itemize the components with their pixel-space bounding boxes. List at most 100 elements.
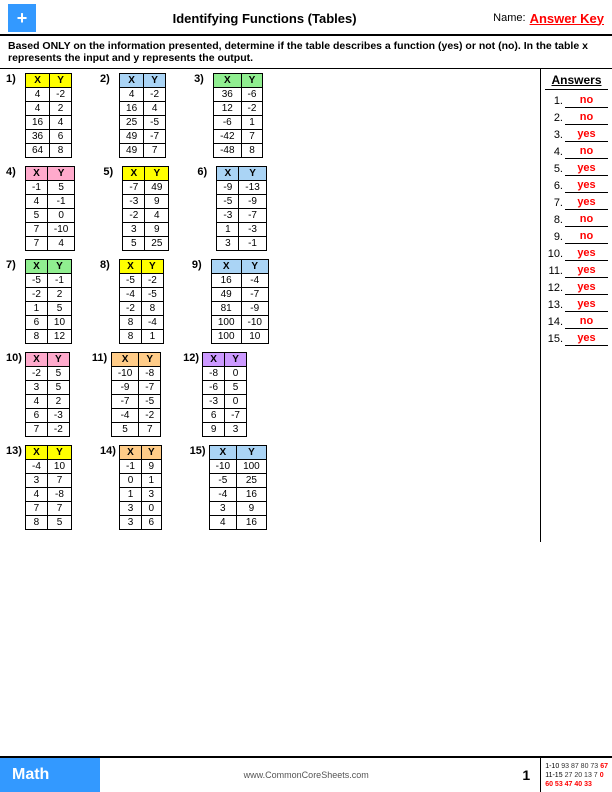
answer-item-7: 7. yes <box>545 196 608 210</box>
table-row: 81-9 <box>211 302 268 316</box>
problem-row-3: 7) XY -5-1 -22 15 610 812 8) <box>6 259 534 344</box>
problem-6: 6) XY -9-13 -5-9 -3-7 1-3 3-1 <box>197 166 266 251</box>
stats-row-2: 11-15 27 20 13 7 0 <box>545 772 608 779</box>
problem-10: 10) XY -25 35 42 6-3 7-2 <box>6 352 70 437</box>
col-x-11: X <box>111 353 138 367</box>
problem-row-5: 13) XY -410 37 4-8 77 85 14) <box>6 445 534 530</box>
answer-num-6: 6. <box>545 180 563 192</box>
col-x-2: X <box>120 74 144 88</box>
problem-6-num: 6) <box>197 166 213 178</box>
stats-row-1: 1-10 93 87 80 73 67 <box>545 763 608 770</box>
table-row: -525 <box>209 474 266 488</box>
footer-website: www.CommonCoreSheets.com <box>100 758 512 792</box>
answer-item-6: 6. yes <box>545 179 608 193</box>
answers-header: Answers <box>545 73 608 90</box>
table-row: 610 <box>26 316 72 330</box>
problem-8-num: 8) <box>100 259 116 271</box>
table-14: XY -19 01 13 30 36 <box>119 445 162 530</box>
problem-9: 9) XY 16-4 49-7 81-9 100-10 10010 <box>192 259 269 344</box>
problems-area: 1) XY 4-2 42 164 366 648 2) <box>0 69 540 542</box>
page: + Identifying Functions (Tables) Name: A… <box>0 0 612 792</box>
answer-num-5: 5. <box>545 163 563 175</box>
table-row: 6-7 <box>203 409 247 423</box>
table-row: -7-5 <box>111 395 160 409</box>
problem-row-1: 1) XY 4-2 42 164 366 648 2) <box>6 73 534 158</box>
answer-item-4: 4. no <box>545 145 608 159</box>
table-row: -28 <box>120 302 164 316</box>
problem-2-num: 2) <box>100 73 116 85</box>
table-6: XY -9-13 -5-9 -3-7 1-3 3-1 <box>216 166 266 251</box>
logo: + <box>8 4 36 32</box>
problem-5: 5) XY -749 -39 -24 39 525 <box>103 166 169 251</box>
stats-row-3: 60 53 47 40 33 <box>545 781 608 788</box>
page-title: Identifying Functions (Tables) <box>36 11 493 26</box>
table-row: 648 <box>26 144 72 158</box>
table-7: XY -5-1 -22 15 610 812 <box>25 259 72 344</box>
answer-item-2: 2. no <box>545 111 608 125</box>
table-row: -10-8 <box>111 367 160 381</box>
col-y-11: Y <box>139 353 161 367</box>
table-row: 36-6 <box>214 88 263 102</box>
name-area: Name: Answer Key <box>493 11 604 26</box>
answer-item-12: 12. yes <box>545 281 608 295</box>
table-row: -410 <box>26 460 72 474</box>
table-row: 8-4 <box>120 316 164 330</box>
table-row: 85 <box>26 516 72 530</box>
name-label: Name: <box>493 12 525 24</box>
answer-val-5: yes <box>565 162 608 176</box>
col-x-13: X <box>26 446 48 460</box>
table-row: 4-2 <box>26 88 72 102</box>
problem-row-2: 4) XY -15 4-1 50 7-10 74 5) <box>6 166 534 251</box>
problem-7: 7) XY -5-1 -22 15 610 812 <box>6 259 72 344</box>
table-row: -488 <box>214 144 263 158</box>
table-row: -749 <box>123 181 169 195</box>
logo-symbol: + <box>17 8 28 29</box>
problem-13: 13) XY -410 37 4-8 77 85 <box>6 445 72 530</box>
problem-7-num: 7) <box>6 259 22 271</box>
col-x-7: X <box>26 260 48 274</box>
answer-item-3: 3. yes <box>545 128 608 142</box>
col-y-14: Y <box>141 446 161 460</box>
website-text: www.CommonCoreSheets.com <box>244 770 369 780</box>
problem-3: 3) XY 36-6 12-2 -61 -427 -488 <box>194 73 263 158</box>
answer-item-9: 9. no <box>545 230 608 244</box>
problem-4-num: 4) <box>6 166 22 178</box>
main-content: 1) XY 4-2 42 164 366 648 2) <box>0 69 612 542</box>
col-x-15: X <box>209 446 236 460</box>
table-row: -416 <box>209 488 266 502</box>
col-y-12: Y <box>225 353 247 367</box>
table-row: 12-2 <box>214 102 263 116</box>
col-y-15: Y <box>237 446 267 460</box>
table-2: XY 4-2 164 25-5 49-7 497 <box>119 73 166 158</box>
problem-1: 1) XY 4-2 42 164 366 648 <box>6 73 72 158</box>
table-row: -22 <box>26 288 72 302</box>
answer-item-13: 13. yes <box>545 298 608 312</box>
table-row: 36 <box>120 516 162 530</box>
answer-item-11: 11. yes <box>545 264 608 278</box>
col-y-6: Y <box>239 167 266 181</box>
answer-num-7: 7. <box>545 197 563 209</box>
table-row: 366 <box>26 130 72 144</box>
table-12: XY -80 -65 -30 6-7 93 <box>202 352 247 437</box>
table-8: XY -5-2 -4-5 -28 8-4 81 <box>119 259 164 344</box>
table-row: 164 <box>120 102 166 116</box>
col-y-8: Y <box>141 260 163 274</box>
problem-14-num: 14) <box>100 445 116 457</box>
table-row: 42 <box>26 395 70 409</box>
answer-num-11: 11. <box>545 265 563 277</box>
problem-row-4: 10) XY -25 35 42 6-3 7-2 11) <box>6 352 534 437</box>
col-y-10: Y <box>47 353 69 367</box>
table-11: XY -10-8 -9-7 -7-5 -4-2 57 <box>111 352 161 437</box>
answer-val-3: yes <box>565 128 608 142</box>
answer-num-13: 13. <box>545 299 563 311</box>
table-row: 25-5 <box>120 116 166 130</box>
table-row: 16-4 <box>211 274 268 288</box>
table-1: XY 4-2 42 164 366 648 <box>25 73 72 158</box>
answer-num-3: 3. <box>545 129 563 141</box>
answer-num-8: 8. <box>545 214 563 226</box>
instructions: Based ONLY on the information presented,… <box>0 36 612 69</box>
answer-num-4: 4. <box>545 146 563 158</box>
table-row: 49-7 <box>211 288 268 302</box>
problem-14: 14) XY -19 01 13 30 36 <box>100 445 162 530</box>
answer-num-15: 15. <box>545 333 563 345</box>
